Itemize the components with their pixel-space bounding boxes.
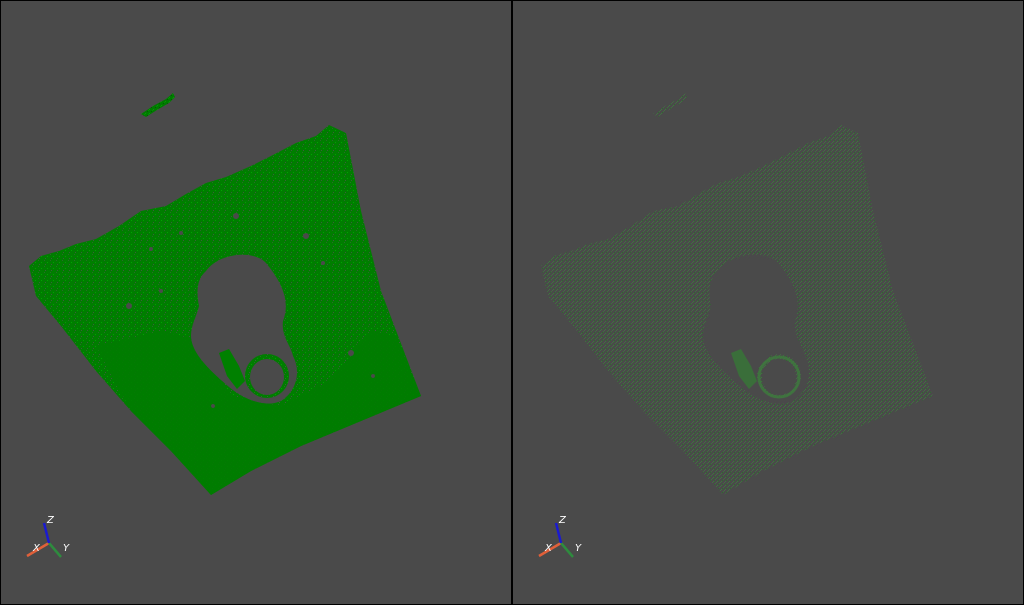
z-axis-label: Z	[46, 515, 55, 526]
orientation-axes: X Y Z	[23, 511, 83, 563]
z-axis-line	[42, 522, 51, 544]
left-viewport[interactable]: X Y Z	[1, 1, 511, 604]
y-axis-line	[560, 542, 574, 558]
y-axis-label: Y	[63, 543, 70, 554]
y-axis-label: Y	[575, 543, 582, 554]
z-axis-label: Z	[558, 515, 567, 526]
stray-fragment	[141, 93, 175, 117]
orientation-axes: X Y Z	[535, 511, 595, 563]
point-cloud-surface	[541, 125, 933, 495]
z-axis-line	[554, 522, 563, 544]
x-axis-label: X	[32, 543, 41, 554]
y-axis-line	[48, 542, 62, 558]
x-axis-label: X	[544, 543, 553, 554]
stray-fragment	[653, 93, 687, 117]
right-viewport[interactable]: X Y Z	[513, 1, 1023, 604]
dual-point-cloud-viewer: X Y Z X Y Z	[0, 0, 1024, 605]
